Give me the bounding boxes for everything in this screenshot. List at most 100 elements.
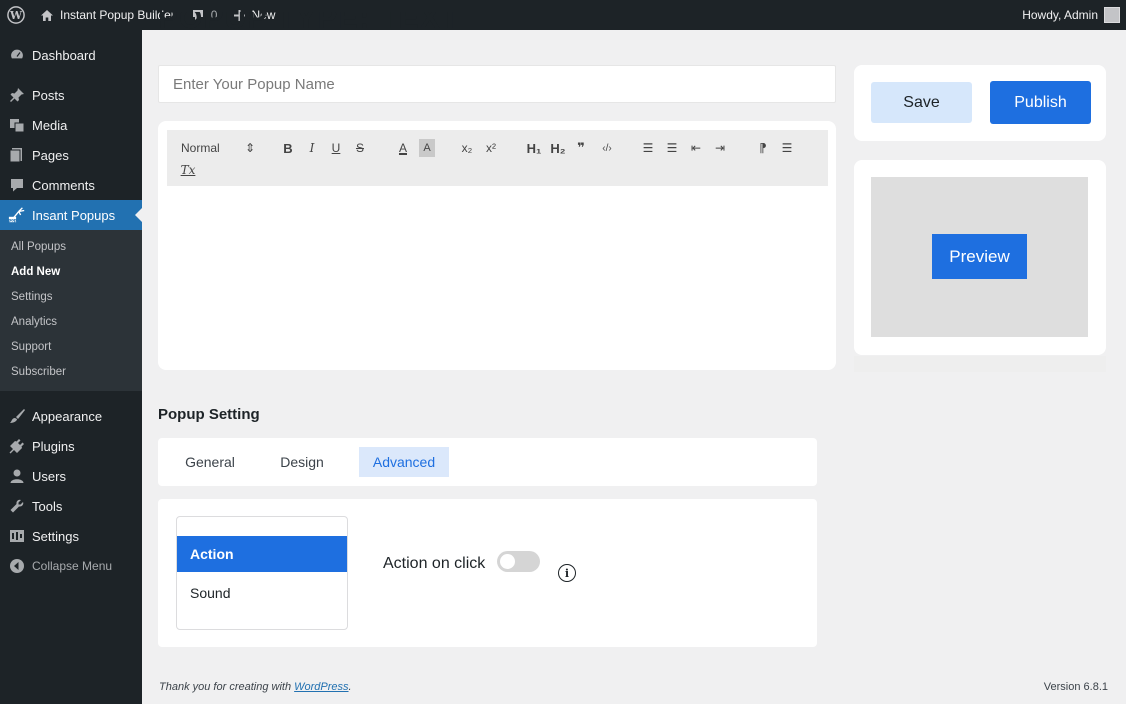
collapse-icon [8,557,26,575]
howdy-text: Howdy, Admin [1022,8,1098,22]
dashboard-icon [8,46,26,64]
settings-tabs: General Design Advanced [158,438,817,486]
plug-icon [8,437,26,455]
toggle-knob [500,554,515,569]
save-button[interactable]: Save [871,82,972,123]
menu-label: Pages [32,147,69,163]
page-title-text: POPUP TYPE: TEXT [158,12,461,32]
menu-label: Tools [32,498,63,514]
menu-label: Media [32,117,68,133]
text-color-button[interactable]: A [395,139,411,157]
rtl-direction-button[interactable]: ⁋ [755,139,771,157]
my-account-link[interactable]: Howdy, Admin [1014,0,1126,30]
submenu-settings[interactable]: Settings [0,284,142,309]
page-title: POPUP TYPE: TEXT [158,12,460,32]
popups-submenu: All Popups Add New Settings Analytics Su… [0,230,142,391]
svg-text:W: W [9,9,23,22]
heading2-button[interactable]: H₂ [548,139,568,157]
user-icon [8,467,26,485]
format-select[interactable]: Normal [181,139,223,157]
publish-box: Save Publish [854,65,1106,141]
comment-icon [8,176,26,194]
menu-tools[interactable]: Tools [0,491,142,521]
menu-label: Settings [32,528,79,544]
publish-button[interactable]: Publish [990,81,1091,124]
chevron-updown-icon[interactable]: ⇕ [244,139,256,157]
preview-area: Preview [871,177,1088,337]
menu-settings[interactable]: Settings [0,521,142,551]
popup-setting-heading: Popup Setting [158,406,260,423]
editor-toolbar: Normal ⇕ B I U S A A x₂ x² H₁ H₂ ❞ ‹/› ☰… [167,130,828,186]
submenu-analytics[interactable]: Analytics [0,309,142,334]
submenu-subscriber[interactable]: Subscriber [0,359,142,384]
menu-posts[interactable]: Posts [0,80,142,110]
superscript-button[interactable]: x² [482,139,500,157]
advanced-options-list: Action Sound [176,516,348,630]
preview-box: Preview [854,160,1106,355]
wrench-icon [8,497,26,515]
action-on-click-toggle[interactable] [497,551,540,572]
menu-dashboard[interactable]: Dashboard [0,40,142,70]
list-item-action[interactable]: Action [177,536,347,572]
footer-thanks-period: . [348,681,352,693]
menu-label: Appearance [32,408,103,424]
menu-comments[interactable]: Comments [0,170,142,200]
menu-media[interactable]: Media [0,110,142,140]
blockquote-button[interactable]: ❞ [573,139,589,157]
popup-logo-icon: pop [8,206,26,224]
underline-button[interactable]: U [328,139,344,157]
menu-appearance[interactable]: Appearance [0,401,142,431]
menu-label: Posts [32,87,65,103]
list-item-sound[interactable]: Sound [177,575,347,611]
footer-thanks-text: Thank you for creating with [159,681,295,693]
align-button[interactable]: ☰ [779,139,795,157]
popup-name-input[interactable] [158,65,836,103]
background-color-button[interactable]: A [419,139,435,157]
editor-content-area[interactable] [167,187,828,361]
outdent-button[interactable]: ⇤ [688,139,704,157]
wordpress-link[interactable]: WordPress [294,681,348,693]
menu-label: Users [32,468,66,484]
avatar [1104,7,1120,23]
heading1-button[interactable]: H₁ [524,139,544,157]
menu-label: Insant Popups [32,207,116,223]
admin-sidebar: Dashboard Posts Media Pages Comments pop… [0,30,142,704]
bullet-list-button[interactable]: ☰ [664,139,680,157]
menu-label: Comments [32,177,95,193]
info-icon[interactable]: i [558,564,576,582]
footer-thanks: Thank you for creating with WordPress. [159,681,352,693]
content-editor: Normal ⇕ B I U S A A x₂ x² H₁ H₂ ❞ ‹/› ☰… [158,121,836,370]
brush-icon [8,407,26,425]
settings-icon [8,527,26,545]
submenu-add-new[interactable]: Add New [0,259,142,284]
tab-general[interactable]: General [172,447,248,477]
menu-label: Plugins [32,438,75,454]
media-icon [8,116,26,134]
tab-design[interactable]: Design [266,447,338,477]
ordered-list-button[interactable]: ☰ [640,139,656,157]
submenu-all-popups[interactable]: All Popups [0,234,142,259]
menu-users[interactable]: Users [0,461,142,491]
indent-button[interactable]: ⇥ [712,139,728,157]
collapse-menu-button[interactable]: Collapse Menu [0,551,142,581]
menu-pages[interactable]: Pages [0,140,142,170]
code-block-button[interactable]: ‹/› [597,139,617,157]
submenu-support[interactable]: Support [0,334,142,359]
menu-insant-popups[interactable]: pop Insant Popups [0,200,142,230]
preview-button[interactable]: Preview [932,234,1027,279]
wordpress-logo-icon[interactable]: W [0,0,32,30]
action-on-click-label: Action on click [383,555,486,572]
menu-plugins[interactable]: Plugins [0,431,142,461]
preview-box-shadow [854,356,1106,372]
svg-text:pop: pop [8,217,17,222]
strike-button[interactable]: S [352,139,368,157]
italic-button[interactable]: I [304,139,320,157]
advanced-settings-panel: Action Sound Action on click i [158,499,817,647]
home-icon [41,9,53,21]
page-icon [8,146,26,164]
tab-advanced[interactable]: Advanced [359,447,449,477]
menu-label: Dashboard [32,47,96,63]
subscript-button[interactable]: x₂ [458,139,476,157]
bold-button[interactable]: B [280,139,296,157]
clear-format-button[interactable]: Tx [179,161,197,179]
